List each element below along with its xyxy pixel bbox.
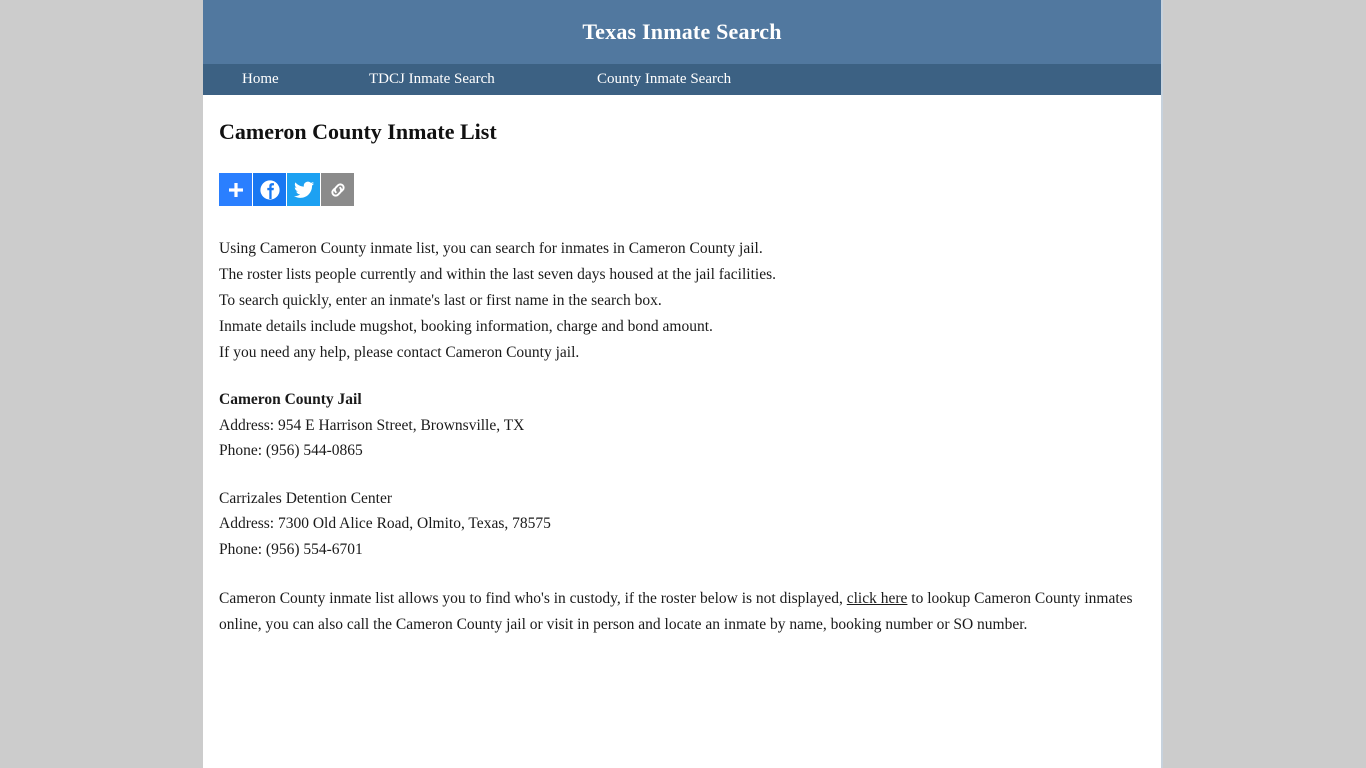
closing-text-part-1: Cameron County inmate list allows you to… <box>219 590 847 608</box>
facility-address: Address: 7300 Old Alice Road, Olmito, Te… <box>219 515 551 533</box>
facility-block-cameron-county-jail: Cameron County Jail Address: 954 E Harri… <box>219 387 1145 464</box>
site-title: Texas Inmate Search <box>582 19 782 44</box>
nav-item-tdcj-inmate-search[interactable]: TDCJ Inmate Search <box>369 71 597 88</box>
link-icon <box>327 179 349 201</box>
nav-item-home[interactable]: Home <box>242 71 369 88</box>
nav-item-county-inmate-search[interactable]: County Inmate Search <box>597 71 731 88</box>
facility-name: Cameron County Jail <box>219 391 362 409</box>
share-facebook-button[interactable] <box>253 173 286 207</box>
facility-name: Carrizales Detention Center <box>219 489 393 507</box>
page-title: Cameron County Inmate List <box>219 119 497 144</box>
closing-paragraph: Cameron County inmate list allows you to… <box>219 586 1145 638</box>
facility-phone: Phone: (956) 554-6701 <box>219 540 363 558</box>
share-addthis-button[interactable] <box>219 173 252 207</box>
share-buttons <box>219 173 1145 207</box>
share-twitter-button[interactable] <box>287 173 320 207</box>
click-here-link[interactable]: click here <box>847 590 908 607</box>
site-header: Texas Inmate Search <box>203 0 1161 64</box>
facility-phone: Phone: (956) 544-0865 <box>219 442 363 460</box>
intro-line-3: To search quickly, enter an inmate's las… <box>219 291 662 309</box>
main-content: Cameron County Inmate List Using Cameron… <box>203 95 1161 638</box>
facebook-icon <box>259 179 281 201</box>
share-link-button[interactable] <box>321 173 354 207</box>
site-container: Texas Inmate Search Home TDCJ Inmate Sea… <box>203 0 1163 768</box>
intro-line-2: The roster lists people currently and wi… <box>219 266 776 284</box>
intro-line-1: Using Cameron County inmate list, you ca… <box>219 240 763 258</box>
intro-line-5: If you need any help, please contact Cam… <box>219 343 580 361</box>
facility-block-carrizales-detention-center: Carrizales Detention Center Address: 730… <box>219 486 1145 563</box>
intro-line-4: Inmate details include mugshot, booking … <box>219 317 713 335</box>
main-navigation: Home TDCJ Inmate Search County Inmate Se… <box>203 64 1161 95</box>
intro-paragraph: Using Cameron County inmate list, you ca… <box>219 236 1145 365</box>
facility-address: Address: 954 E Harrison Street, Brownsvi… <box>219 416 525 434</box>
twitter-icon <box>293 179 315 201</box>
page-background: Texas Inmate Search Home TDCJ Inmate Sea… <box>0 0 1366 768</box>
plus-icon <box>226 180 246 200</box>
